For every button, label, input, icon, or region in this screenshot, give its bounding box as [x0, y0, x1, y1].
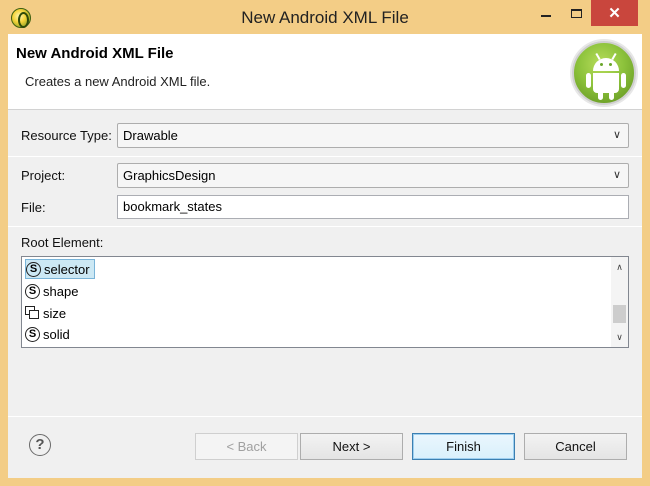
- divider: [8, 226, 642, 227]
- maximize-icon: [570, 8, 582, 18]
- s-circle-icon: S: [25, 283, 40, 299]
- scroll-up-icon[interactable]: ∧: [611, 259, 628, 275]
- list-scrollbar[interactable]: ∧ ∨: [611, 257, 628, 347]
- resource-type-value: Drawable: [123, 128, 178, 143]
- root-element-list[interactable]: S selector S shape size S solid ∧ ∨: [21, 256, 629, 348]
- resource-type-select[interactable]: Drawable ∨: [117, 123, 629, 148]
- title-bar: New Android XML File ✕: [0, 0, 650, 34]
- help-icon[interactable]: ?: [29, 434, 51, 456]
- project-label: Project:: [21, 168, 66, 183]
- chevron-down-icon: ∨: [612, 129, 621, 141]
- list-item-selector[interactable]: S selector: [25, 259, 95, 279]
- minimize-button[interactable]: [531, 0, 561, 26]
- file-name-input[interactable]: bookmark_states: [117, 195, 629, 219]
- list-item-size[interactable]: size: [25, 303, 70, 323]
- close-button[interactable]: ✕: [591, 0, 638, 26]
- scroll-down-icon[interactable]: ∨: [611, 329, 628, 345]
- next-button[interactable]: Next >: [300, 433, 403, 460]
- back-button[interactable]: < Back: [195, 433, 298, 460]
- dialog-client-area: New Android XML File Creates a new Andro…: [8, 34, 642, 478]
- cancel-button[interactable]: Cancel: [524, 433, 627, 460]
- maximize-button[interactable]: [561, 0, 591, 26]
- s-circle-icon: S: [25, 326, 40, 342]
- divider: [8, 156, 642, 157]
- file-label: File:: [21, 200, 46, 215]
- footer-divider: [8, 416, 642, 417]
- scrollbar-thumb[interactable]: [613, 305, 626, 323]
- wizard-header: New Android XML File Creates a new Andro…: [8, 34, 642, 110]
- list-item-solid[interactable]: S solid: [25, 324, 74, 344]
- list-item-label: shape: [43, 283, 79, 299]
- project-select[interactable]: GraphicsDesign ∨: [117, 163, 629, 188]
- header-description: Creates a new Android XML file.: [25, 74, 211, 89]
- finish-button[interactable]: Finish: [412, 433, 515, 460]
- project-value: GraphicsDesign: [123, 168, 216, 183]
- chevron-down-icon: ∨: [612, 169, 621, 181]
- size-icon: [25, 306, 40, 320]
- s-circle-icon: S: [26, 261, 41, 277]
- resource-type-label: Resource Type:: [21, 128, 112, 143]
- list-item-label: size: [43, 305, 67, 321]
- dialog-window: New Android XML File ✕ New Android XML F…: [0, 0, 650, 486]
- list-item-shape[interactable]: S shape: [25, 281, 82, 301]
- root-element-label: Root Element:: [21, 235, 104, 250]
- list-item-label: selector: [44, 261, 90, 277]
- android-logo-icon: [572, 41, 636, 105]
- header-title: New Android XML File: [16, 45, 174, 62]
- list-item-label: solid: [43, 326, 70, 342]
- minimize-icon: [541, 15, 551, 17]
